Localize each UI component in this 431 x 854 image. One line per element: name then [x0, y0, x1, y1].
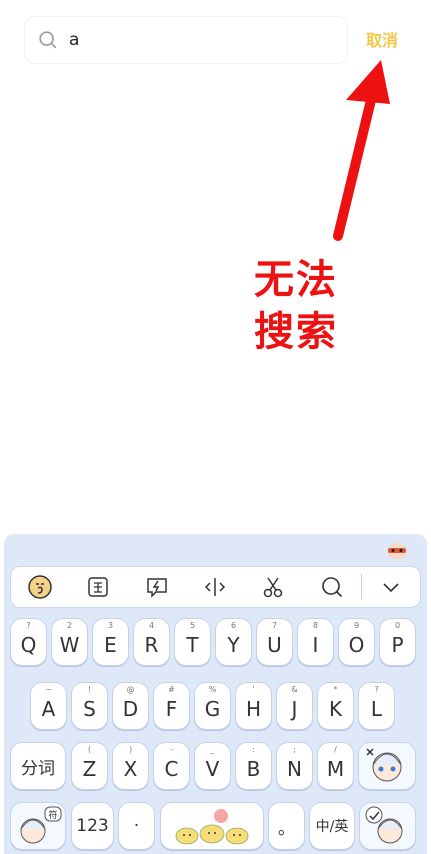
- translate-icon: [88, 577, 109, 597]
- anime-character-icon: [365, 806, 403, 844]
- annotation-line-2: 搜索: [254, 309, 338, 355]
- key-a[interactable]: ~ A: [30, 682, 67, 730]
- annotation-text: 无法 搜索: [254, 254, 364, 358]
- period-key[interactable]: 。: [268, 802, 305, 850]
- key-n[interactable]: ; N: [276, 742, 313, 790]
- toolbar-cursor[interactable]: [186, 567, 244, 607]
- key-i[interactable]: 8I: [297, 618, 334, 666]
- key-l[interactable]: ? L: [358, 682, 395, 730]
- key-r[interactable]: 4R: [133, 618, 170, 666]
- key-b[interactable]: :B: [235, 742, 272, 790]
- toolbar-collapse[interactable]: [362, 567, 420, 607]
- keyboard: ? Q 2W 3E 4R 5T 6Y 7U 8I 9O 0P ~ A ! S @ D #…: [4, 534, 427, 854]
- key-g[interactable]: % G: [194, 682, 231, 730]
- keyboard-toolbar: [10, 566, 421, 608]
- key-f[interactable]: # F: [153, 682, 190, 730]
- toolbar-emoji[interactable]: [11, 567, 69, 607]
- segment-words-key[interactable]: 分词: [10, 742, 66, 790]
- number-key[interactable]: 123: [71, 802, 114, 850]
- key-s[interactable]: ! S: [71, 682, 108, 730]
- svg-text:符: 符: [48, 809, 57, 821]
- key-w[interactable]: 2W: [51, 618, 88, 666]
- emoji-face-icon: [28, 575, 52, 599]
- toolbar-search[interactable]: [302, 567, 360, 607]
- key-q[interactable]: ? Q: [10, 618, 47, 666]
- search-field[interactable]: a: [24, 16, 348, 64]
- key-o[interactable]: 9O: [338, 618, 375, 666]
- key-c[interactable]: -C: [153, 742, 190, 790]
- key-p[interactable]: 0P: [379, 618, 416, 666]
- key-h[interactable]: ' H: [235, 682, 272, 730]
- anime-character-icon: [366, 748, 402, 782]
- space-key[interactable]: [160, 802, 264, 850]
- language-switch-key[interactable]: 中/英: [309, 802, 355, 850]
- key-x[interactable]: ) X: [112, 742, 149, 790]
- toolbar-translate[interactable]: [69, 567, 127, 607]
- key-e[interactable]: 3E: [92, 618, 129, 666]
- toolbar-quick-reply[interactable]: [128, 567, 186, 607]
- scissors-icon: [264, 577, 283, 598]
- search-icon: [39, 31, 57, 49]
- cancel-button[interactable]: 取消: [366, 27, 398, 51]
- search-input[interactable]: a: [69, 30, 79, 50]
- key-y[interactable]: 6Y: [215, 618, 252, 666]
- enter-key[interactable]: [359, 802, 416, 850]
- lightning-bubble-icon: [146, 578, 167, 598]
- dot-key[interactable]: ·: [118, 802, 155, 850]
- search-icon: [321, 577, 342, 597]
- key-m[interactable]: / M: [317, 742, 354, 790]
- symbol-key[interactable]: 符: [10, 802, 66, 850]
- key-d[interactable]: @ D: [112, 682, 149, 730]
- chevron-down-icon: [383, 583, 399, 593]
- mascot-icon[interactable]: [385, 540, 409, 560]
- toolbar-clipboard[interactable]: [244, 567, 302, 607]
- cursor-move-icon: [204, 578, 226, 596]
- key-z[interactable]: (Z: [71, 742, 108, 790]
- key-u[interactable]: 7U: [256, 618, 293, 666]
- chick-sticker-icon: [175, 809, 249, 845]
- key-k[interactable]: * K: [317, 682, 354, 730]
- backspace-key[interactable]: [358, 742, 416, 790]
- annotation-line-1: 无法: [254, 257, 338, 303]
- anime-character-icon: 符: [20, 806, 62, 844]
- key-v[interactable]: _ V: [194, 742, 231, 790]
- key-t[interactable]: 5T: [174, 618, 211, 666]
- key-j[interactable]: & J: [276, 682, 313, 730]
